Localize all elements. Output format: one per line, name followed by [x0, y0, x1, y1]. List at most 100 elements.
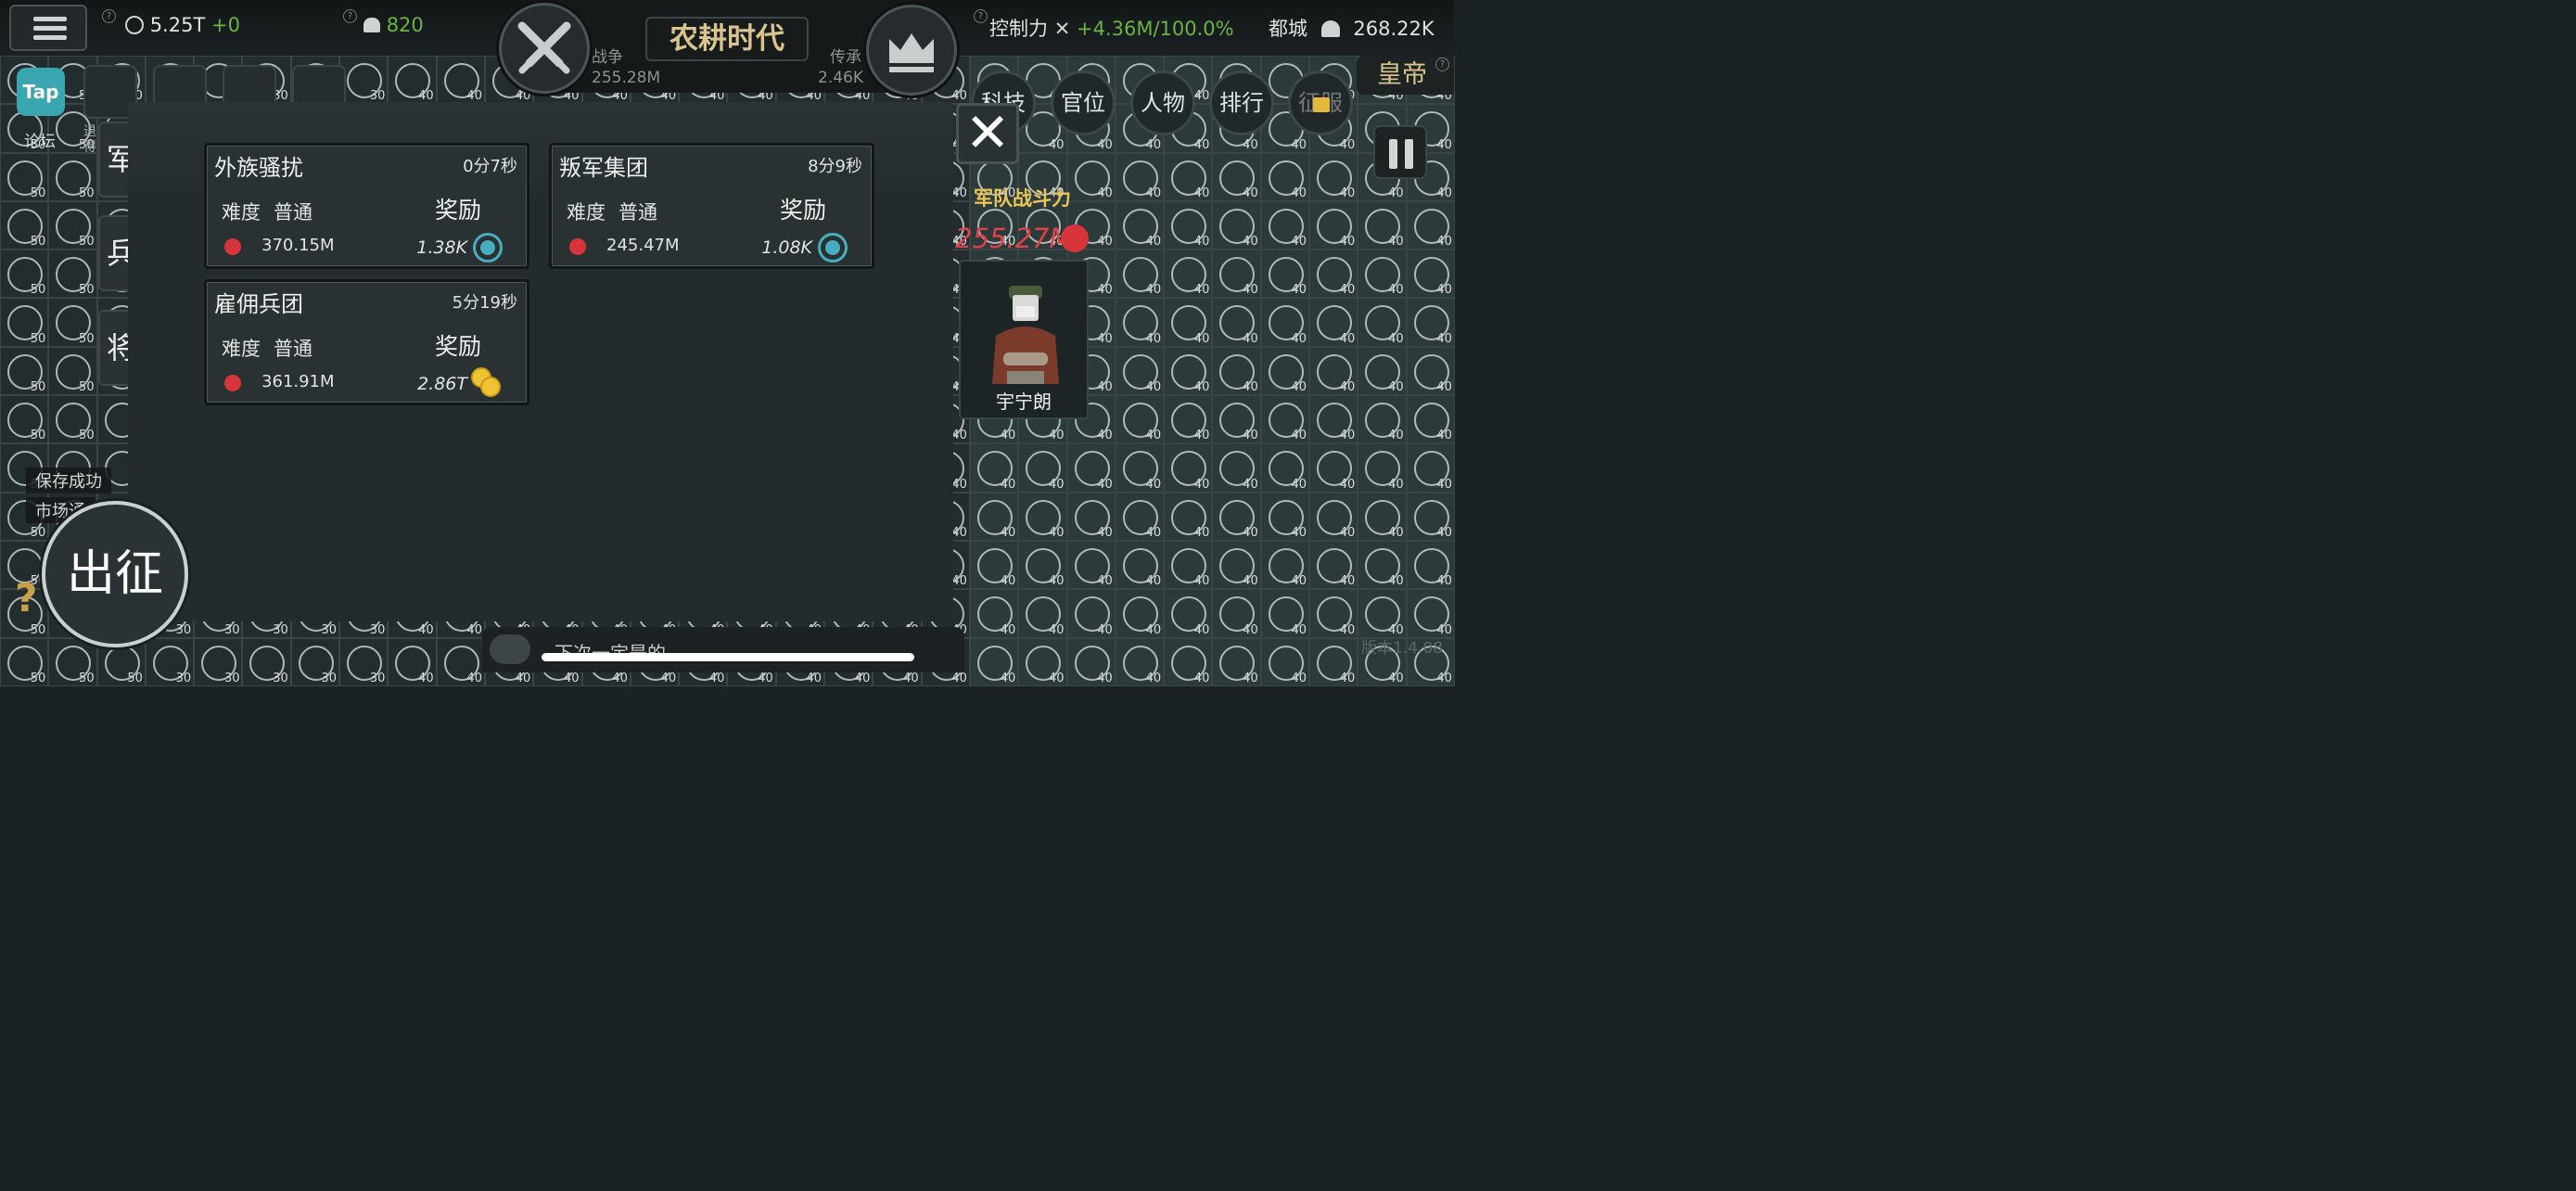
map-tile[interactable]: 40 — [1115, 589, 1165, 638]
map-tile[interactable]: 40 — [1066, 443, 1116, 493]
map-tile[interactable]: 40 — [1115, 346, 1165, 396]
map-tile[interactable]: 50 — [48, 250, 97, 299]
map-tile[interactable]: 40 — [436, 56, 485, 105]
nav-conquer[interactable]: 征服 — [1288, 70, 1353, 135]
map-tile[interactable]: 40 — [1164, 346, 1213, 396]
map-tile[interactable]: 40 — [1164, 200, 1213, 250]
map-tile[interactable]: 40 — [969, 589, 1019, 638]
map-tile[interactable]: 40 — [1406, 298, 1455, 347]
map-tile[interactable]: 40 — [1164, 152, 1213, 201]
map-tile[interactable]: 40 — [1164, 589, 1213, 638]
map-tile[interactable]: 40 — [969, 443, 1019, 493]
map-tile[interactable]: 40 — [969, 540, 1019, 590]
map-tile[interactable]: 50 — [48, 200, 97, 250]
map-tile[interactable]: 50 — [0, 395, 49, 444]
map-tile[interactable]: 40 — [1260, 152, 1310, 201]
map-tile[interactable]: 40 — [1115, 152, 1165, 201]
map-tile[interactable]: 40 — [1358, 250, 1407, 299]
map-tile[interactable]: 40 — [1358, 492, 1407, 541]
map-tile[interactable]: 50 — [48, 395, 97, 444]
map-tile[interactable]: 40 — [1358, 540, 1407, 590]
map-tile[interactable]: 40 — [1406, 395, 1455, 444]
map-tile[interactable]: 40 — [1212, 492, 1261, 541]
map-tile[interactable]: 40 — [1358, 589, 1407, 638]
map-tile[interactable]: 50 — [0, 152, 49, 201]
map-tile[interactable]: 40 — [1164, 395, 1213, 444]
map-tile[interactable]: 40 — [1212, 443, 1261, 493]
map-tile[interactable]: 30 — [339, 637, 389, 686]
map-tile[interactable]: 40 — [1115, 250, 1165, 299]
nav-people[interactable]: 人物 — [1130, 70, 1195, 135]
exit-link[interactable]: 退得 — [83, 124, 98, 156]
tap-button[interactable]: Tap — [17, 68, 65, 116]
map-tile[interactable]: 40 — [1115, 200, 1165, 250]
map-tile[interactable]: 40 — [1406, 540, 1455, 590]
map-tile[interactable]: 40 — [1309, 637, 1358, 686]
map-tile[interactable]: 50 — [48, 346, 97, 396]
nav-rank[interactable]: 排行 — [1209, 70, 1274, 135]
map-tile[interactable]: 40 — [1212, 589, 1261, 638]
map-tile[interactable]: 40 — [1115, 637, 1165, 686]
map-tile[interactable]: 40 — [1309, 152, 1358, 201]
mission-card[interactable]: 雇佣兵团 5分19秒 难度 普通 奖励 361.91M 2.86T — [204, 279, 529, 405]
map-tile[interactable]: 40 — [1406, 346, 1455, 396]
map-tile[interactable]: 50 — [48, 637, 97, 686]
map-tile[interactable]: 40 — [969, 492, 1019, 541]
map-tile[interactable]: 40 — [1309, 492, 1358, 541]
help-icon[interactable]: ? — [1435, 58, 1449, 71]
map-tile[interactable]: 40 — [1066, 492, 1116, 541]
map-tile[interactable]: 40 — [1164, 298, 1213, 347]
map-tile[interactable]: 40 — [1309, 200, 1358, 250]
general-card[interactable]: 宇宁朗 — [959, 260, 1089, 419]
menu-button[interactable] — [9, 5, 87, 51]
map-tile[interactable]: 40 — [1066, 637, 1116, 686]
map-tile[interactable]: 40 — [436, 637, 485, 686]
map-tile[interactable]: 40 — [1358, 443, 1407, 493]
close-button[interactable]: ✕ — [956, 103, 1019, 164]
map-tile[interactable]: 50 — [0, 298, 49, 347]
map-tile[interactable]: 40 — [1309, 540, 1358, 590]
map-tile[interactable]: 40 — [1164, 637, 1213, 686]
map-tile[interactable]: 40 — [1164, 250, 1213, 299]
map-tile[interactable]: 40 — [1406, 200, 1455, 250]
help-icon[interactable]: ? — [974, 9, 988, 23]
help-icon[interactable]: ? — [102, 9, 116, 23]
map-tile[interactable]: 40 — [1358, 346, 1407, 396]
map-tile[interactable]: 40 — [1260, 395, 1310, 444]
map-tile[interactable]: 40 — [1115, 443, 1165, 493]
map-tile[interactable]: 30 — [194, 637, 243, 686]
map-tile[interactable]: 40 — [1260, 637, 1310, 686]
map-tile[interactable]: 40 — [1066, 540, 1116, 590]
map-tile[interactable]: 40 — [388, 56, 437, 105]
home-indicator[interactable] — [542, 653, 914, 661]
map-tile[interactable]: 40 — [1260, 540, 1310, 590]
map-tile[interactable]: 40 — [1260, 200, 1310, 250]
war-button[interactable] — [499, 3, 590, 94]
mission-card[interactable]: 外族骚扰 0分7秒 难度 普通 奖励 370.15M 1.38K — [204, 143, 529, 269]
map-tile[interactable]: 50 — [0, 637, 49, 686]
map-tile[interactable]: 40 — [1309, 346, 1358, 396]
map-tile[interactable]: 40 — [1018, 637, 1067, 686]
map-tile[interactable]: 40 — [1212, 395, 1261, 444]
map-tile[interactable]: 40 — [1212, 637, 1261, 686]
map-tile[interactable]: 40 — [1406, 443, 1455, 493]
map-tile[interactable]: 40 — [1164, 443, 1213, 493]
map-tile[interactable]: 40 — [1309, 395, 1358, 444]
map-tile[interactable]: 40 — [1358, 200, 1407, 250]
map-tile[interactable]: 50 — [48, 152, 97, 201]
map-tile[interactable]: 40 — [1164, 540, 1213, 590]
map-tile[interactable]: 30 — [145, 637, 195, 686]
chat-bubble-icon[interactable] — [490, 634, 530, 664]
map-tile[interactable]: 40 — [1309, 443, 1358, 493]
map-tile[interactable]: 40 — [1358, 395, 1407, 444]
map-tile[interactable]: 40 — [1309, 589, 1358, 638]
map-tile[interactable]: 50 — [0, 200, 49, 250]
map-tile[interactable]: 40 — [1018, 492, 1067, 541]
map-tile[interactable]: 50 — [48, 298, 97, 347]
map-tile[interactable]: 40 — [1018, 589, 1067, 638]
map-tile[interactable]: 40 — [1212, 346, 1261, 396]
map-tile[interactable]: 40 — [1115, 395, 1165, 444]
map-tile[interactable]: 40 — [1212, 200, 1261, 250]
nav-office[interactable]: 官位 — [1051, 70, 1116, 135]
march-button[interactable]: 出征 — [42, 501, 188, 647]
